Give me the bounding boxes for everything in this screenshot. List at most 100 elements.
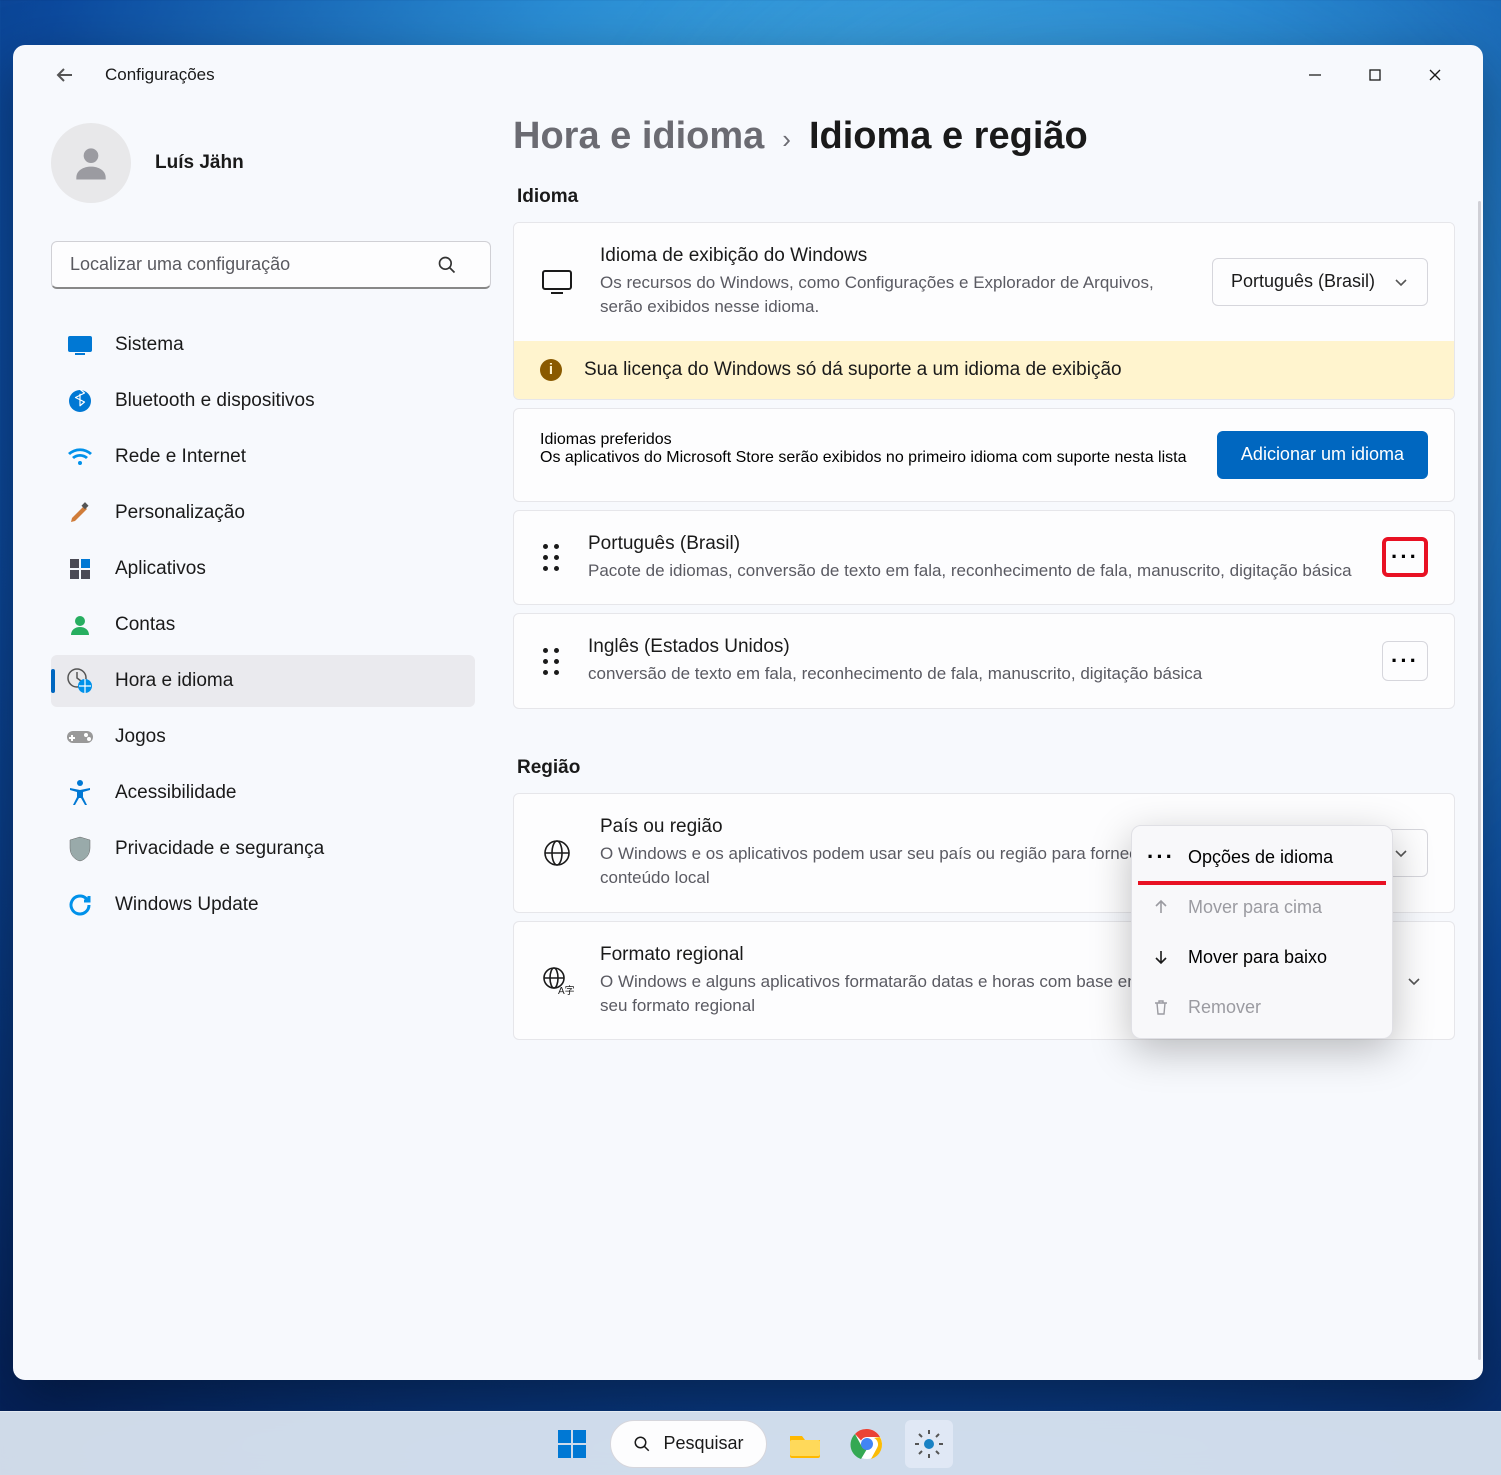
nav-label: Sistema (115, 334, 184, 356)
more-icon: ··· (1391, 650, 1419, 672)
search-box (51, 241, 475, 289)
nav-label: Contas (115, 614, 175, 636)
user-name: Luís Jähn (155, 152, 244, 174)
nav-accessibility[interactable]: Acessibilidade (51, 767, 475, 819)
language-context-menu: ··· Opções de idioma Mover para cima Mov… (1131, 825, 1393, 1039)
nav-label: Rede e Internet (115, 446, 246, 468)
card-subtitle: Os recursos do Windows, como Configuraçõ… (600, 271, 1186, 319)
menu-label: Mover para cima (1188, 897, 1322, 918)
taskbar-chrome[interactable] (843, 1420, 891, 1468)
trash-icon (1150, 996, 1172, 1018)
nav-accounts[interactable]: Contas (51, 599, 475, 651)
section-region: Região (517, 757, 1455, 779)
shield-icon (67, 836, 93, 862)
breadcrumb-parent[interactable]: Hora e idioma (513, 115, 764, 158)
apps-icon (67, 556, 93, 582)
nav-gaming[interactable]: Jogos (51, 711, 475, 763)
nav-label: Aplicativos (115, 558, 206, 580)
search-input[interactable] (51, 241, 491, 289)
card-title: País ou região (600, 816, 1202, 838)
taskbar-search[interactable]: Pesquisar (610, 1420, 766, 1468)
menu-move-up: Mover para cima (1138, 882, 1386, 932)
language-name: Português (Brasil) (588, 533, 1356, 555)
nav-bluetooth[interactable]: Bluetooth e dispositivos (51, 375, 475, 427)
nav-system[interactable]: Sistema (51, 319, 475, 371)
drag-handle-icon[interactable] (540, 544, 562, 571)
nav-network[interactable]: Rede e Internet (51, 431, 475, 483)
settings-window: Configurações Luís Jähn Sistem (13, 45, 1483, 1380)
menu-move-down[interactable]: Mover para baixo (1138, 932, 1386, 982)
display-icon (67, 332, 93, 358)
update-icon (67, 892, 93, 918)
expand-button[interactable] (1400, 973, 1428, 989)
add-language-button[interactable]: Adicionar um idioma (1217, 431, 1428, 479)
more-icon: ··· (1391, 546, 1419, 568)
avatar (51, 123, 131, 203)
scrollbar[interactable] (1478, 201, 1481, 1360)
arrow-up-icon (1150, 896, 1172, 918)
main-content: Hora e idioma › Idioma e região Idioma I… (503, 105, 1483, 1380)
profile[interactable]: Luís Jähn (51, 123, 475, 203)
card-subtitle: O Windows e os aplicativos podem usar se… (600, 842, 1202, 890)
accessibility-icon (67, 780, 93, 806)
chevron-right-icon: › (782, 124, 791, 155)
nav-privacy[interactable]: Privacidade e segurança (51, 823, 475, 875)
sidebar: Luís Jähn Sistema Bluetooth e dispositiv… (13, 105, 503, 1380)
card-subtitle: O Windows e alguns aplicativos formatarã… (600, 970, 1159, 1018)
preferred-languages-group: Idiomas preferidos Os aplicativos do Mic… (513, 408, 1455, 502)
taskbar: Pesquisar (0, 1411, 1501, 1475)
preferred-header: Idiomas preferidos Os aplicativos do Mic… (514, 409, 1454, 501)
menu-label: Mover para baixo (1188, 947, 1327, 968)
close-button[interactable] (1405, 50, 1465, 100)
language-row-pt: Português (Brasil) Pacote de idiomas, co… (513, 510, 1455, 606)
preferred-title: Idiomas preferidos (540, 431, 1197, 449)
titlebar: Configurações (13, 45, 1483, 105)
back-button[interactable] (53, 63, 77, 87)
globe-icon (540, 836, 574, 870)
dropdown-value: Português (Brasil) (1231, 271, 1375, 292)
taskbar-explorer[interactable] (781, 1420, 829, 1468)
start-button[interactable] (548, 1420, 596, 1468)
nav-label: Personalização (115, 502, 245, 524)
breadcrumb: Hora e idioma › Idioma e região (513, 115, 1455, 158)
display-language-group: Idioma de exibição do Windows Os recurso… (513, 222, 1455, 400)
language-more-button[interactable]: ··· (1382, 641, 1428, 681)
maximize-button[interactable] (1345, 50, 1405, 100)
nav-apps[interactable]: Aplicativos (51, 543, 475, 595)
svg-text:A字: A字 (558, 984, 575, 997)
chevron-down-icon (1406, 973, 1422, 989)
nav-windows-update[interactable]: Windows Update (51, 879, 475, 931)
monitor-icon (540, 265, 574, 299)
display-language-dropdown[interactable]: Português (Brasil) (1212, 258, 1428, 306)
clock-globe-icon (67, 668, 93, 694)
nav-personalization[interactable]: Personalização (51, 487, 475, 539)
taskbar-settings[interactable] (905, 1420, 953, 1468)
chevron-down-icon (1393, 845, 1409, 861)
language-features: conversão de texto em fala, reconhecimen… (588, 662, 1356, 686)
minimize-button[interactable] (1285, 50, 1345, 100)
language-features: Pacote de idiomas, conversão de texto em… (588, 559, 1356, 583)
person-icon (67, 612, 93, 638)
search-icon (633, 1435, 651, 1453)
language-more-button[interactable]: ··· (1382, 537, 1428, 577)
nav-label: Hora e idioma (115, 670, 233, 692)
menu-label: Remover (1188, 997, 1261, 1018)
drag-handle-icon[interactable] (540, 648, 562, 675)
gamepad-icon (67, 724, 93, 750)
wifi-icon (67, 444, 93, 470)
menu-remove: Remover (1138, 982, 1386, 1032)
arrow-down-icon (1150, 946, 1172, 968)
search-icon (437, 255, 457, 275)
menu-language-options[interactable]: ··· Opções de idioma (1138, 832, 1386, 882)
nav: Sistema Bluetooth e dispositivos Rede e … (51, 319, 475, 931)
taskbar-search-label: Pesquisar (663, 1433, 743, 1454)
nav-label: Jogos (115, 726, 166, 748)
nav-time-language[interactable]: Hora e idioma (51, 655, 475, 707)
section-language: Idioma (517, 186, 1455, 208)
language-name: Inglês (Estados Unidos) (588, 636, 1356, 658)
chevron-down-icon (1393, 274, 1409, 290)
breadcrumb-current: Idioma e região (809, 115, 1088, 158)
more-icon: ··· (1150, 846, 1172, 868)
nav-label: Windows Update (115, 894, 259, 916)
banner-text: Sua licença do Windows só dá suporte a u… (584, 359, 1122, 381)
